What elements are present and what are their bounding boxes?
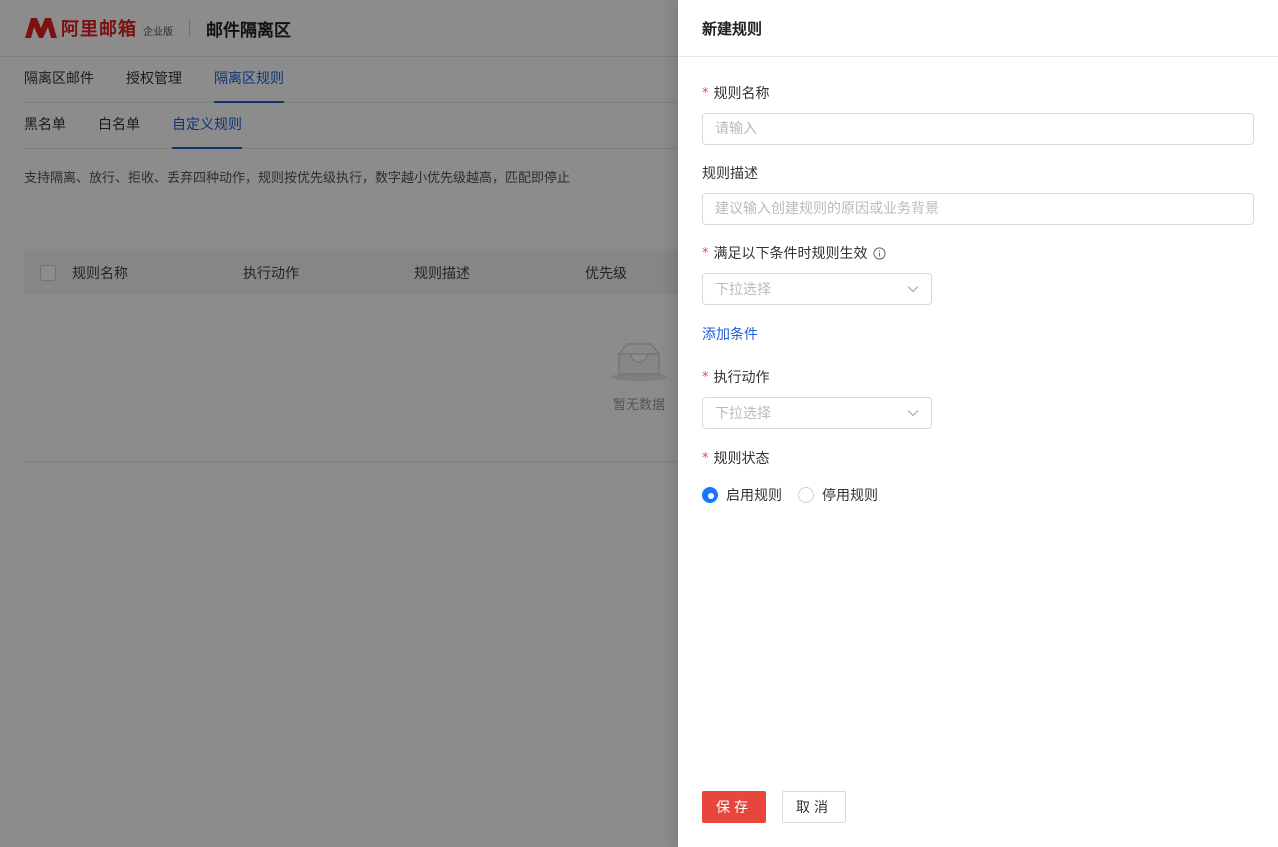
rule-desc-label: 规则描述	[702, 163, 1254, 183]
action-label: * 执行动作	[702, 367, 1254, 387]
required-mark: *	[702, 450, 709, 466]
required-mark: *	[702, 85, 709, 101]
new-rule-drawer: 新建规则 * 规则名称 规则描述 * 满足以下条件时规则生效 下拉选择	[678, 0, 1278, 847]
radio-disable-rule[interactable]: 停用规则	[798, 485, 878, 505]
radio-enable-rule[interactable]: 启用规则	[702, 485, 782, 505]
cancel-button[interactable]: 取消	[782, 791, 846, 823]
drawer-header: 新建规则	[678, 0, 1278, 57]
radio-enable-label: 启用规则	[726, 488, 782, 504]
status-label-text: 规则状态	[713, 451, 770, 467]
condition-select-placeholder: 下拉选择	[715, 282, 771, 298]
status-label: * 规则状态	[702, 448, 1254, 468]
save-button[interactable]: 保存	[702, 791, 766, 823]
radio-disable-indicator[interactable]	[798, 487, 814, 503]
chevron-down-icon	[907, 405, 919, 421]
radio-enable-indicator[interactable]	[702, 487, 718, 503]
rule-name-input[interactable]	[702, 113, 1254, 145]
add-condition-link[interactable]: 添加条件	[702, 327, 758, 343]
rule-desc-label-text: 规则描述	[702, 166, 758, 182]
action-label-text: 执行动作	[713, 370, 770, 386]
new-rule-form: * 规则名称 规则描述 * 满足以下条件时规则生效 下拉选择	[678, 83, 1278, 505]
conditions-label-text: 满足以下条件时规则生效	[713, 246, 868, 262]
action-select[interactable]: 下拉选择	[702, 397, 932, 429]
action-select-placeholder: 下拉选择	[715, 406, 771, 422]
condition-select[interactable]: 下拉选择	[702, 273, 932, 305]
required-mark: *	[702, 369, 709, 385]
radio-disable-label: 停用规则	[822, 488, 878, 504]
conditions-label: * 满足以下条件时规则生效	[702, 243, 1254, 263]
rule-name-label-text: 规则名称	[713, 86, 770, 102]
info-icon[interactable]	[872, 246, 886, 260]
required-mark: *	[702, 245, 709, 261]
rule-desc-input[interactable]	[702, 193, 1254, 225]
chevron-down-icon	[907, 281, 919, 297]
rule-name-label: * 规则名称	[702, 83, 1254, 103]
drawer-footer: 保存 取消	[702, 791, 846, 823]
drawer-title: 新建规则	[702, 19, 763, 38]
status-radio-group: 启用规则 停用规则	[702, 485, 1254, 505]
